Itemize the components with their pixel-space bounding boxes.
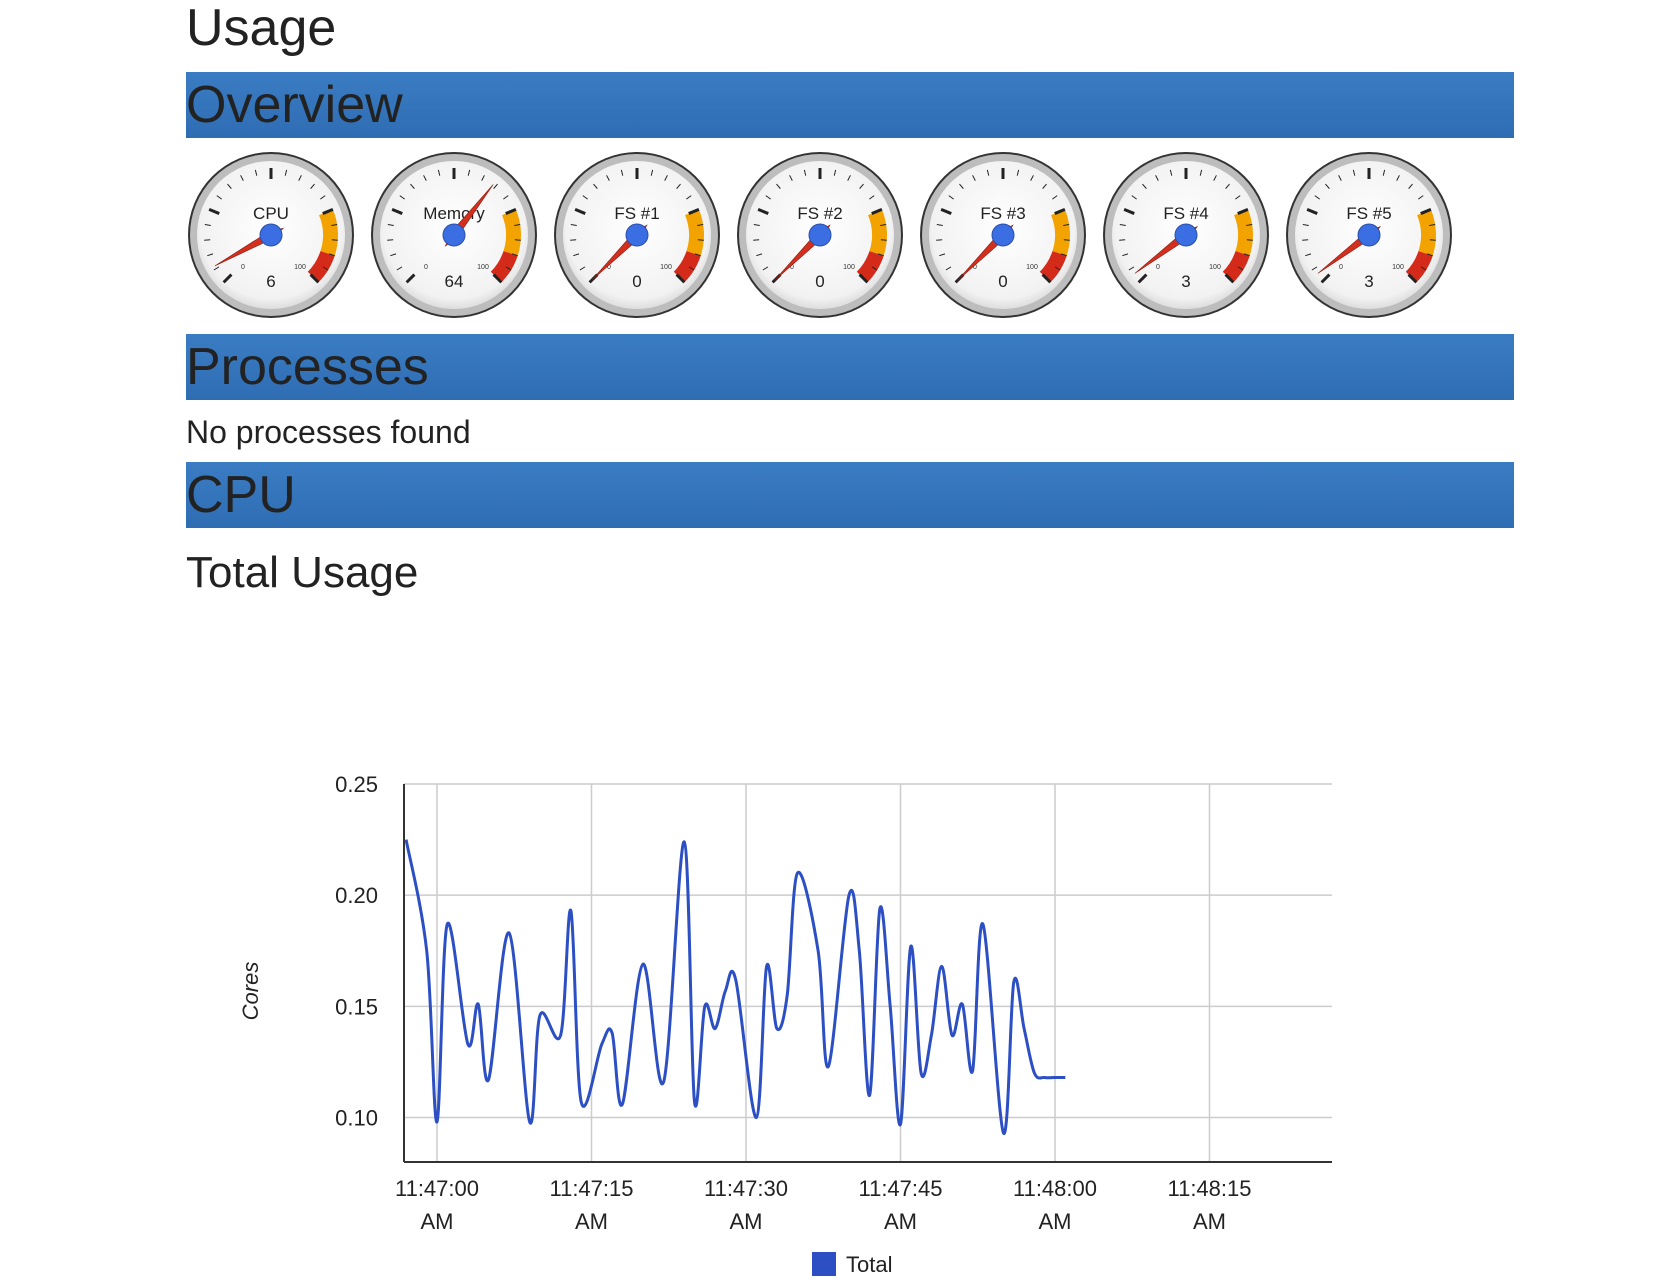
gauge-min-label: 0 (1156, 264, 1160, 271)
section-header-overview: Overview (186, 72, 1514, 138)
page-title: Usage (186, 0, 1514, 74)
gauge-fs-5: 0 100 FS #5 3 (1284, 150, 1454, 320)
gauge-fs-4: 0 100 FS #4 3 (1101, 150, 1271, 320)
section-header-cpu: CPU (186, 462, 1514, 528)
chart-legend-label: Total (846, 1252, 892, 1277)
chart-y-tick-label: 0.25 (335, 772, 378, 797)
chart-x-tick-label: 11:48:15 (1167, 1176, 1251, 1201)
gauge-value: 3 (1364, 272, 1373, 291)
gauge-hub (626, 224, 648, 246)
gauge-value: 0 (998, 272, 1007, 291)
gauge-value: 0 (815, 272, 824, 291)
gauge-label: CPU (253, 204, 289, 223)
section-header-processes: Processes (186, 334, 1514, 400)
chart-series-line-total (406, 840, 1065, 1134)
chart-x-tick-label-ampm: AM (884, 1209, 917, 1234)
gauge-hub (1175, 224, 1197, 246)
chart-x-tick-label-ampm: AM (575, 1209, 608, 1234)
gauge-fs-2: 0100FS #20 (735, 150, 905, 320)
gauge-max-label: 100 (1026, 264, 1038, 271)
gauge-hub (443, 224, 465, 246)
gauge-value: 64 (445, 272, 464, 291)
chart-x-tick-label: 11:48:00 (1013, 1176, 1097, 1201)
gauges-row: 0100CPU60100Memory640100FS #100100FS #20… (186, 138, 1514, 336)
gauge-min-label: 0 (241, 264, 245, 271)
chart-y-tick-label: 0.15 (335, 994, 378, 1019)
gauge-hub (1358, 224, 1380, 246)
gauge-label: FS #2 (797, 204, 842, 223)
gauge-min-label: 0 (424, 264, 428, 271)
chart-legend-swatch (812, 1252, 836, 1276)
chart-x-tick-label-ampm: AM (1039, 1209, 1072, 1234)
chart-x-tick-label-ampm: AM (421, 1209, 454, 1234)
gauge-value: 3 (1181, 272, 1190, 291)
gauge-label: FS #4 (1163, 204, 1208, 223)
section-title-cpu: CPU (186, 462, 1514, 528)
section-title-processes: Processes (186, 334, 1514, 400)
gauge-hub (260, 224, 282, 246)
chart-x-tick-label-ampm: AM (730, 1209, 763, 1234)
gauge-fs-3: 0100FS #30 (918, 150, 1088, 320)
cpu-chart: 0.10 0.15 0.20 0.25 11:47:00 AM 11:47:15 AM 11:4… (186, 618, 1514, 1278)
gauge-label: FS #3 (980, 204, 1025, 223)
gauge-hub (809, 224, 831, 246)
gauge-value: 0 (632, 272, 641, 291)
gauge-min-label: 0 (1339, 264, 1343, 271)
gauge-fs-1: 0100FS #10 (552, 150, 722, 320)
gauge-max-label: 100 (477, 264, 489, 271)
cpu-total-usage-title: Total Usage (186, 528, 1514, 618)
gauge-value: 6 (266, 272, 275, 291)
gauge-max-label: 100 (660, 264, 672, 271)
chart-y-axis-label: Cores (238, 962, 263, 1021)
cpu-line-chart-svg: 0.10 0.15 0.20 0.25 11:47:00 AM 11:47:15 AM 11:4… (186, 618, 1514, 1278)
gauge-max-label: 100 (294, 264, 306, 271)
chart-y-tick-label: 0.10 (335, 1106, 378, 1131)
gauge-max-label: 100 (843, 264, 855, 271)
gauge-cpu: 0 100 CPU 6 (186, 150, 356, 320)
section-title-overview: Overview (186, 72, 1514, 138)
chart-x-tick-label: 11:47:15 (549, 1176, 633, 1201)
chart-x-tick-label: 11:47:30 (704, 1176, 788, 1201)
gauge-max-label: 100 (1209, 264, 1221, 271)
chart-y-tick-label: 0.20 (335, 883, 378, 908)
chart-x-tick-label: 11:47:00 (395, 1176, 479, 1201)
gauge-memory: 0100Memory64 (369, 150, 539, 320)
gauge-label: FS #5 (1346, 204, 1391, 223)
usage-page: Usage Overview 0100CPU60100Memory640100F… (186, 0, 1514, 1278)
gauge-label: FS #1 (614, 204, 659, 223)
gauge-hub (992, 224, 1014, 246)
chart-x-tick-label: 11:47:45 (858, 1176, 942, 1201)
no-processes-message: No processes found (186, 400, 1514, 464)
gauge-max-label: 100 (1392, 264, 1404, 271)
chart-x-tick-label-ampm: AM (1193, 1209, 1226, 1234)
